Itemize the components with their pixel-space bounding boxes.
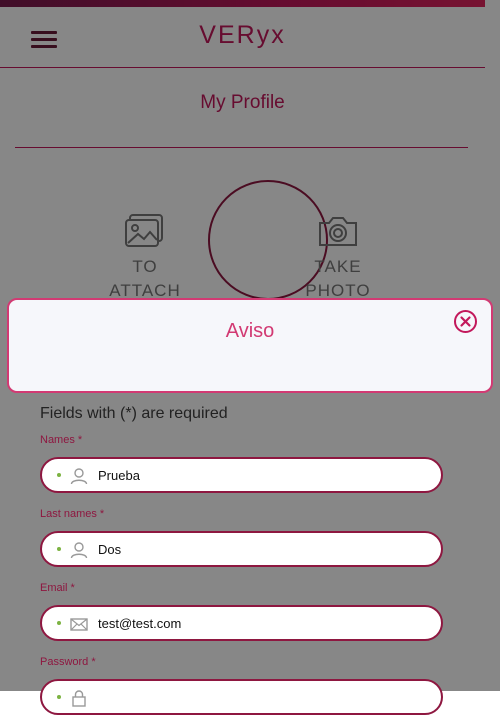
email-field[interactable]: test@test.com bbox=[40, 605, 443, 641]
password-label: Password * bbox=[40, 656, 96, 668]
password-field[interactable] bbox=[40, 679, 443, 715]
status-dot bbox=[57, 547, 61, 551]
alert-dialog: Aviso bbox=[7, 298, 493, 393]
status-dot bbox=[57, 695, 61, 699]
names-label: Names * bbox=[40, 434, 83, 446]
last-names-value: Dos bbox=[98, 542, 122, 557]
status-dot bbox=[57, 621, 61, 625]
last-names-label: Last names * bbox=[40, 508, 105, 520]
email-value: test@test.com bbox=[98, 616, 182, 631]
person-icon bbox=[70, 468, 88, 485]
lock-icon bbox=[72, 690, 86, 707]
names-value: Prueba bbox=[98, 468, 140, 483]
dialog-title: Aviso bbox=[225, 320, 275, 342]
person-icon bbox=[70, 542, 88, 559]
close-icon[interactable] bbox=[453, 309, 478, 334]
email-label: Email * bbox=[40, 582, 75, 594]
envelope-icon bbox=[70, 618, 88, 631]
names-field[interactable]: Prueba bbox=[40, 457, 443, 493]
required-fields-note: Fields with (*) are required bbox=[40, 405, 228, 422]
status-dot bbox=[57, 473, 61, 477]
last-names-field[interactable]: Dos bbox=[40, 531, 443, 567]
